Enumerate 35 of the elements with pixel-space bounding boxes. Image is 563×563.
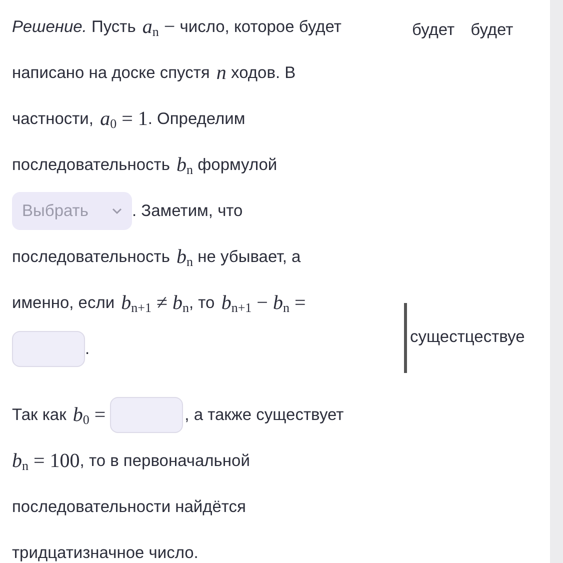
- input-field[interactable]: [110, 397, 183, 433]
- body-text: Решение. Пусть: [12, 16, 137, 38]
- body-text: Так как: [12, 404, 68, 426]
- text-fragment: будет: [412, 20, 455, 41]
- dropdown-select[interactable]: Выбрать: [12, 192, 132, 230]
- body-text: ходов. В: [230, 62, 296, 84]
- body-text: тридцатизначное число.: [12, 542, 198, 563]
- body-text: последовательность: [12, 154, 171, 176]
- math-formula: b$_{n}$: [176, 245, 194, 272]
- body-text: не убывает, а: [196, 246, 301, 268]
- body-text: формулой: [196, 154, 278, 176]
- math-formula: b$_{n}$: [176, 153, 194, 180]
- math-formula: b$_{n}$ = 100: [12, 449, 80, 476]
- input-field[interactable]: [12, 331, 85, 367]
- body-text: . Заметим, что: [132, 200, 243, 222]
- math-formula: b$_{n+1}$ − b$_{n}$ =: [221, 291, 306, 318]
- math-formula: b$_{0}$ =: [72, 403, 106, 430]
- body-text: именно, если: [12, 292, 116, 314]
- chevron-icon: [112, 208, 122, 214]
- text-fragment: будет: [470, 20, 514, 41]
- body-text: частности,: [12, 108, 94, 130]
- body-text: последовательность: [12, 246, 171, 268]
- body-text: написано на доске спустя: [12, 62, 211, 84]
- body-text: .: [85, 338, 90, 360]
- body-text: , то: [189, 292, 216, 314]
- math-formula: b$_{n+1}$ ≠ b$_{n}$: [121, 291, 189, 318]
- math-formula: a$_{0}$ = 1: [100, 107, 148, 134]
- body-text: , а также существует: [184, 404, 344, 426]
- body-text: последовательности найдётся: [12, 496, 246, 518]
- body-text: . Определим: [148, 108, 246, 130]
- math-formula: n: [216, 61, 226, 86]
- text-fragment: сущестцествуе: [410, 327, 525, 348]
- body-text: , то в первоначальной: [80, 450, 250, 472]
- body-text: число, которое будет: [178, 16, 342, 38]
- math-formula: a$_{n}$ −: [142, 15, 176, 42]
